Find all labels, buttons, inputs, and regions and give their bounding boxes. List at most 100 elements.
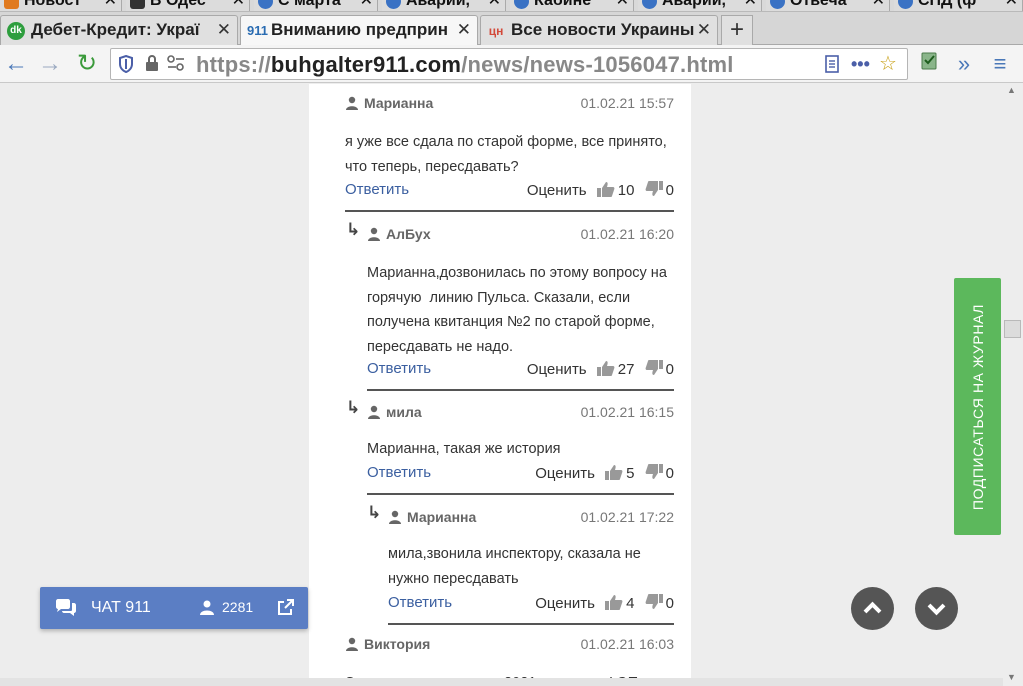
browser-tab[interactable]: Аварии, ✕ [382, 0, 506, 11]
thumbs-down-icon[interactable] [645, 464, 663, 480]
page-viewport: Марианна 01.02.21 15:57 я уже все сдала … [0, 84, 1023, 686]
rate-label: Оценить [526, 361, 587, 378]
comment-text-line: пересдавать не надо. [367, 338, 514, 355]
close-icon[interactable]: ✕ [488, 0, 501, 11]
browser-tab[interactable]: Кабине ✕ [510, 0, 634, 11]
thumbs-down-icon[interactable] [645, 360, 663, 376]
external-link-icon[interactable] [277, 599, 294, 616]
close-icon[interactable]: ✕ [232, 0, 245, 11]
back-arrow-icon[interactable]: ← [1, 49, 31, 79]
buhgalter911-favicon-icon: 911 [247, 23, 268, 38]
scroll-down-button[interactable] [915, 587, 958, 630]
permissions-icon[interactable] [167, 55, 185, 73]
thumbs-down-icon[interactable] [645, 594, 663, 610]
subscribe-label: ПОДПИСАТЬСЯ НА ЖУРНАЛ [969, 303, 986, 510]
hamburger-menu-icon[interactable]: ≡ [985, 49, 1015, 79]
tab-favicon-icon [386, 0, 401, 9]
comment: АлБух 01.02.21 16:20 Марианна,дозвонилас… [367, 225, 674, 391]
scroll-up-button[interactable] [851, 587, 894, 630]
browser-tab[interactable]: С марта ✕ [254, 0, 378, 11]
extension-icon[interactable] [914, 49, 944, 79]
close-icon[interactable]: ✕ [744, 0, 757, 11]
comment-date: 01.02.21 17:22 [580, 509, 674, 525]
comment-header: Марианна 01.02.21 17:22 [388, 508, 674, 528]
browser-tab-strip: dk Дебет-Кредит: Украї ✕ 911 Вниманию пр… [0, 12, 1023, 46]
comments-column: Марианна 01.02.21 15:57 я уже все сдала … [309, 84, 691, 686]
page-scrollbar[interactable]: ▲ ▼ [1003, 84, 1023, 686]
user-icon [389, 510, 401, 524]
browser-tab-active[interactable]: 911 Вниманию предприн ✕ [240, 15, 478, 46]
scrollbar-thumb[interactable] [1004, 320, 1021, 338]
comment-text-line: нужно пересдавать [388, 570, 519, 587]
close-icon[interactable]: ✕ [693, 16, 711, 44]
tab-label: Кабине [534, 0, 592, 9]
browser-tab[interactable]: Аварии, ✕ [638, 0, 762, 11]
browser-tab[interactable]: dk Дебет-Кредит: Украї ✕ [0, 15, 238, 45]
reply-link[interactable]: Ответить [367, 360, 431, 377]
comment: мила 01.02.21 16:15 Марианна, такая же и… [367, 403, 674, 495]
reload-icon[interactable]: ↻ [72, 49, 102, 79]
shield-icon[interactable] [117, 54, 135, 74]
forward-arrow-icon[interactable]: → [35, 49, 65, 79]
tab-label: Дебет-Кредит: Украї [31, 20, 200, 39]
browser-tab[interactable]: СПД (ф ✕ [894, 0, 1023, 11]
subscribe-magazine-button[interactable]: ПОДПИСАТЬСЯ НА ЖУРНАЛ [954, 278, 1001, 535]
reader-view-icon[interactable] [823, 55, 841, 73]
browser-tab[interactable]: цн Все новости Украины ✕ [480, 15, 718, 45]
user-icon [368, 405, 380, 419]
close-icon[interactable]: ✕ [453, 16, 471, 44]
tab-favicon-icon [258, 0, 273, 9]
rate-label: Оценить [526, 182, 587, 199]
thumbs-down-icon[interactable] [645, 181, 663, 197]
scroll-down-arrow-icon[interactable]: ▼ [1007, 672, 1016, 682]
close-icon[interactable]: ✕ [616, 0, 629, 11]
browser-tab[interactable]: В Одес ✕ [126, 0, 250, 11]
rating-controls: Оценить 27 0 [527, 360, 674, 378]
likes-count: 27 [617, 361, 635, 378]
tab-label: Аварии, [406, 0, 470, 9]
bookmark-star-icon[interactable]: ☆ [879, 54, 897, 74]
scroll-up-arrow-icon[interactable]: ▲ [1007, 85, 1016, 95]
comment-text-line: Марианна,дозвонилась по этому вопросу на [367, 265, 667, 281]
reply-link[interactable]: Ответить [388, 594, 452, 611]
url-scheme: https:// [196, 52, 271, 77]
close-icon[interactable]: ✕ [104, 0, 117, 11]
reply-link[interactable]: Ответить [367, 464, 431, 481]
reply-arrow-icon: ↳ [346, 220, 361, 239]
comment-divider [388, 623, 674, 625]
page-actions-menu-icon[interactable]: ••• [851, 55, 870, 73]
user-icon [346, 637, 358, 651]
comment-date: 01.02.21 15:57 [580, 95, 674, 111]
lock-icon[interactable] [143, 55, 161, 73]
comment-author: АлБух [386, 226, 431, 242]
browser-tab[interactable]: Отвеча ✕ [766, 0, 890, 11]
comment-text-line: получена квитанция №2 по старой форме, [367, 314, 655, 330]
close-icon[interactable]: ✕ [360, 0, 373, 11]
likes-count: 5 [626, 465, 635, 482]
overflow-chevrons-icon[interactable]: » [949, 49, 979, 79]
close-icon[interactable]: ✕ [213, 16, 231, 44]
comment-text-line: горячую линию Пульса. Сказали, если [367, 289, 631, 306]
close-icon[interactable]: ✕ [872, 0, 885, 11]
thumbs-up-icon[interactable] [596, 360, 615, 376]
chat-widget[interactable]: ЧАТ 911 2281 [40, 587, 308, 629]
address-bar[interactable]: https://buhgalter911.com/news/news-10560… [110, 48, 908, 80]
thumbs-up-icon[interactable] [605, 464, 623, 480]
rate-label: Оценить [535, 465, 595, 482]
new-tab-button[interactable]: + [721, 15, 753, 45]
reply-arrow-icon: ↳ [367, 503, 382, 522]
comment-date: 01.02.21 16:20 [580, 226, 674, 242]
likes-count: 10 [617, 182, 635, 199]
thumbs-up-icon[interactable] [596, 181, 615, 197]
rating-controls: Оценить 5 0 [535, 464, 674, 482]
tab-favicon-icon [898, 0, 913, 9]
tab-favicon-icon [770, 0, 785, 9]
thumbs-up-icon[interactable] [605, 594, 623, 610]
browser-tab[interactable]: Новост ✕ [0, 0, 122, 11]
chevron-up-icon [863, 601, 882, 614]
comment-text: я уже все сдала по старой форме, все при… [345, 130, 667, 179]
close-icon[interactable]: ✕ [1005, 0, 1018, 11]
reply-link[interactable]: Ответить [345, 181, 409, 198]
dislikes-count: 0 [665, 465, 674, 482]
url-text[interactable]: https://buhgalter911.com/news/news-10560… [196, 52, 734, 78]
